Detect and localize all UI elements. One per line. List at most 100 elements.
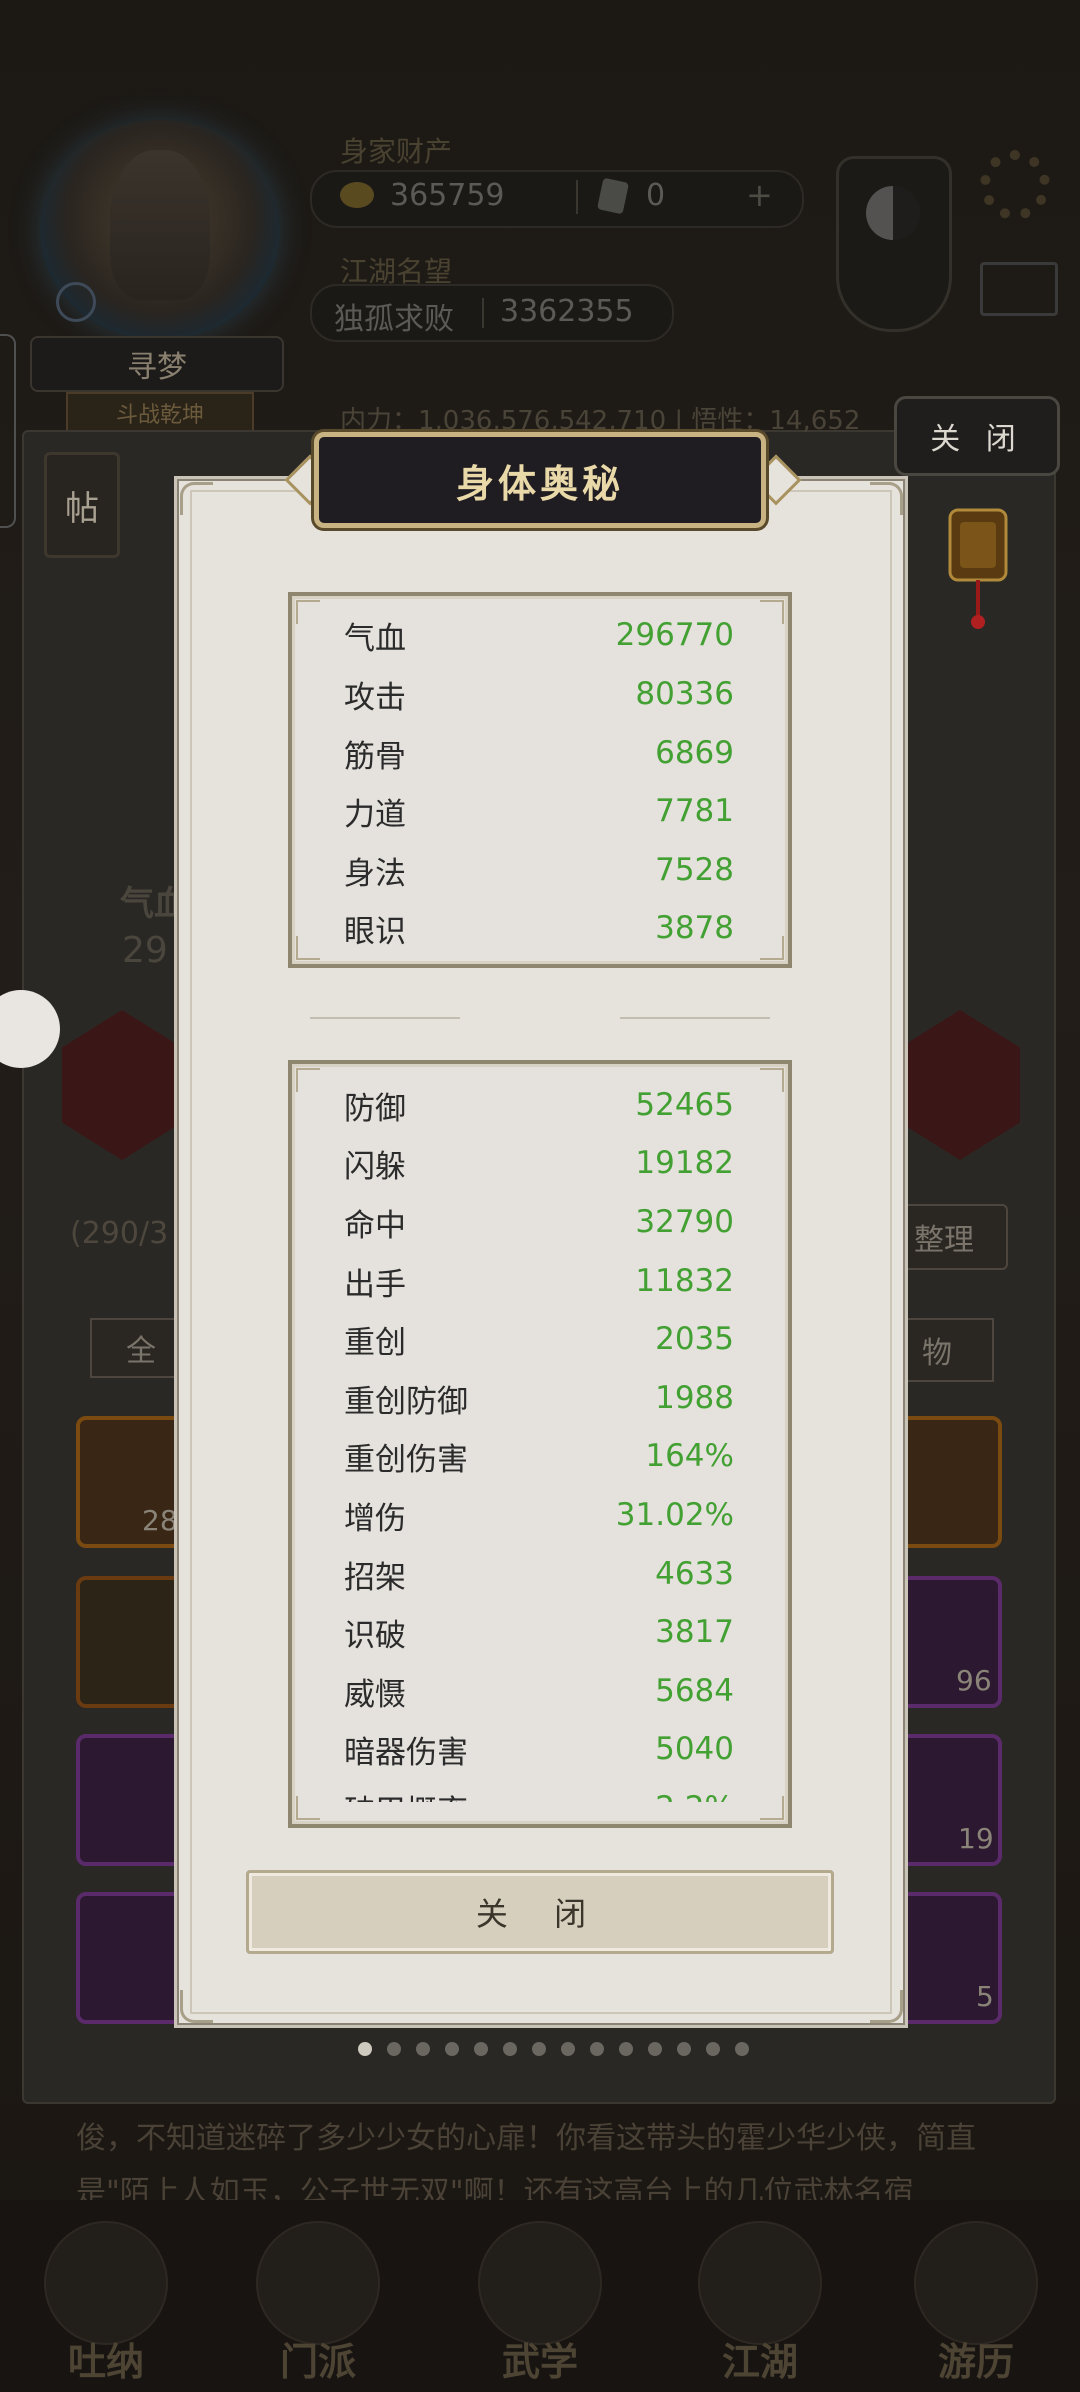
stat-value: 4633 bbox=[655, 1556, 734, 1592]
nav-jianghu-icon bbox=[698, 2221, 822, 2345]
coin-value: 365759 bbox=[390, 178, 505, 213]
stat-name: 重创防御 bbox=[344, 1383, 468, 1420]
fame-separator bbox=[482, 298, 484, 328]
mail-icon[interactable] bbox=[980, 262, 1058, 316]
nav-label: 武学 bbox=[501, 2340, 578, 2384]
player-avatar bbox=[110, 150, 210, 300]
nav-jianghu[interactable]: 江湖 bbox=[680, 2216, 840, 2386]
hp-value-partial: 29 bbox=[122, 930, 168, 971]
nav-tuna-icon bbox=[44, 2221, 168, 2345]
stat-row-hp: 气血 296770 bbox=[344, 606, 734, 664]
bag-capacity-partial: (290/3 bbox=[70, 1216, 169, 1251]
inventory-slot[interactable] bbox=[76, 1892, 186, 2024]
stat-value: 296770 bbox=[615, 617, 734, 653]
stat-value: 7528 bbox=[655, 852, 734, 888]
nav-label: 门派 bbox=[279, 2340, 356, 2384]
modal-close-button[interactable]: 关 闭 bbox=[246, 1870, 834, 1954]
nav-label: 吐纳 bbox=[67, 2340, 144, 2384]
stat-name: 防御 bbox=[344, 1090, 406, 1127]
stat-row-hit: 命中 32790 bbox=[344, 1193, 734, 1251]
stat-value: 32790 bbox=[635, 1204, 734, 1240]
stat-name: 重创 bbox=[344, 1324, 406, 1361]
box-corner bbox=[760, 600, 784, 624]
page-dot bbox=[445, 2042, 459, 2056]
stat-name: 出手 bbox=[344, 1266, 406, 1303]
stat-value: 52465 bbox=[635, 1087, 734, 1123]
stat-name: 眼识 bbox=[344, 913, 406, 950]
stat-name: 增伤 bbox=[344, 1500, 406, 1537]
divider-line bbox=[310, 1017, 460, 1019]
inventory-slot[interactable] bbox=[76, 1576, 186, 1708]
stat-value: 80336 bbox=[635, 676, 734, 712]
stat-row-attack: 攻击 80336 bbox=[344, 665, 734, 723]
coin-icon bbox=[340, 182, 374, 208]
nav-travel-icon bbox=[914, 2221, 1038, 2345]
page-dot bbox=[619, 2042, 633, 2056]
stat-name: 招架 bbox=[344, 1559, 406, 1596]
gender-icon bbox=[56, 282, 96, 322]
inventory-slot[interactable] bbox=[892, 1416, 1002, 1548]
modal-title: 身体奥秘 bbox=[314, 432, 766, 528]
inventory-slot[interactable] bbox=[76, 1734, 186, 1866]
basic-stats-box: 气血 296770 攻击 80336 筋骨 6869 力道 7781 身法 7528 眼识… bbox=[288, 592, 792, 968]
invitation-button[interactable]: 帖 bbox=[44, 452, 120, 558]
nav-sect-icon bbox=[256, 2221, 380, 2345]
gear-icon[interactable] bbox=[980, 150, 1050, 220]
modal-corner-ornament bbox=[180, 482, 213, 515]
stat-row-armor-break: 破甲概率 2.2% bbox=[344, 1779, 734, 1802]
nav-travel[interactable]: 游历 bbox=[896, 2216, 1056, 2386]
stat-row-dodge: 闪躲 19182 bbox=[344, 1134, 734, 1192]
stat-row-intimidate: 威慑 5684 bbox=[344, 1662, 734, 1720]
stat-row-agility: 身法 7528 bbox=[344, 841, 734, 899]
stat-name: 暗器伤害 bbox=[344, 1734, 468, 1771]
stat-name: 破甲概率 bbox=[344, 1786, 468, 1803]
nav-martial[interactable]: 武学 bbox=[460, 2216, 620, 2386]
page-dot bbox=[532, 2042, 546, 2056]
taiji-button[interactable] bbox=[836, 156, 952, 332]
page-dot bbox=[358, 2042, 372, 2056]
page-dot bbox=[387, 2042, 401, 2056]
stat-value: 1988 bbox=[655, 1380, 734, 1416]
stat-row-damage-boost: 增伤 31.02% bbox=[344, 1486, 734, 1544]
box-corner bbox=[296, 936, 320, 960]
slot-count: 5 bbox=[976, 1980, 994, 2013]
page-dot bbox=[474, 2042, 488, 2056]
stat-name: 力道 bbox=[344, 796, 406, 833]
stat-name: 攻击 bbox=[344, 679, 406, 716]
box-corner bbox=[760, 936, 784, 960]
wealth-separator bbox=[576, 180, 578, 214]
add-currency-button[interactable]: + bbox=[746, 176, 773, 214]
stat-row-crit-damage: 重创伤害 164% bbox=[344, 1427, 734, 1485]
stat-value: 2.2% bbox=[655, 1790, 734, 1802]
fame-rank: 独孤求败 bbox=[334, 302, 454, 337]
side-drawer-handle[interactable] bbox=[0, 334, 16, 528]
nav-label: 游历 bbox=[937, 2340, 1014, 2384]
page-indicator bbox=[358, 2042, 749, 2056]
nav-tuna[interactable]: 吐纳 bbox=[26, 2216, 186, 2386]
panel-close-button[interactable]: 关 闭 bbox=[894, 396, 1060, 476]
stat-name: 气血 bbox=[344, 620, 406, 657]
nav-sect[interactable]: 门派 bbox=[238, 2216, 398, 2386]
stat-value: 164% bbox=[645, 1438, 734, 1474]
stat-name: 命中 bbox=[344, 1207, 406, 1244]
nav-label: 江湖 bbox=[721, 2340, 798, 2384]
stat-name: 威慑 bbox=[344, 1676, 406, 1713]
stat-row-constitution: 筋骨 6869 bbox=[344, 724, 734, 782]
stat-row-strength: 力道 7781 bbox=[344, 782, 734, 840]
nav-martial-icon bbox=[478, 2221, 602, 2345]
page-dot bbox=[416, 2042, 430, 2056]
combat-stats-box[interactable]: 防御 52465 闪躲 19182 命中 32790 出手 11832 重创 2035 重… bbox=[288, 1060, 792, 1828]
combat-stats-scroll-area[interactable]: 防御 52465 闪躲 19182 命中 32790 出手 11832 重创 2035 重… bbox=[292, 1064, 788, 1802]
page-dot bbox=[735, 2042, 749, 2056]
knot-ornament-icon bbox=[948, 508, 1008, 629]
stat-value: 3817 bbox=[655, 1614, 734, 1650]
page-dot bbox=[590, 2042, 604, 2056]
player-name: 寻梦 bbox=[30, 336, 284, 392]
modal-corner-ornament bbox=[870, 482, 903, 515]
stat-value: 6869 bbox=[655, 735, 734, 771]
stat-row-crit-defense: 重创防御 1988 bbox=[344, 1369, 734, 1427]
stat-row-parry: 招架 4633 bbox=[344, 1545, 734, 1603]
page-dot bbox=[648, 2042, 662, 2056]
stat-row-hidden-weapon: 暗器伤害 5040 bbox=[344, 1720, 734, 1778]
stat-name: 识破 bbox=[344, 1617, 406, 1654]
